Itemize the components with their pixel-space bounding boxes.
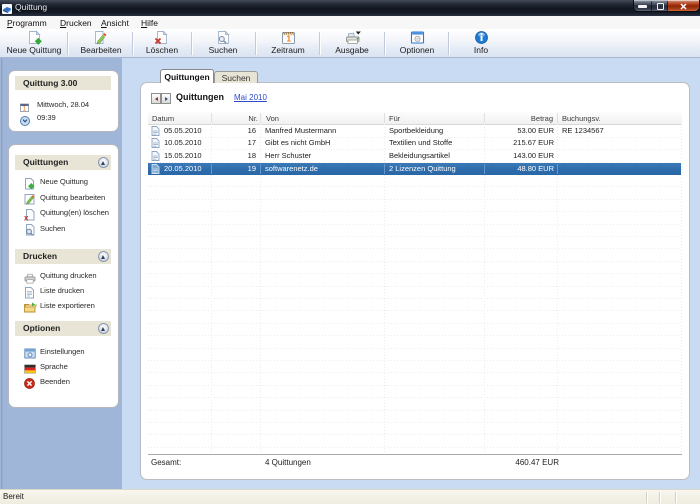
- svg-text:1: 1: [23, 106, 27, 112]
- svg-text:1: 1: [287, 35, 292, 44]
- svg-text:x: x: [24, 214, 29, 222]
